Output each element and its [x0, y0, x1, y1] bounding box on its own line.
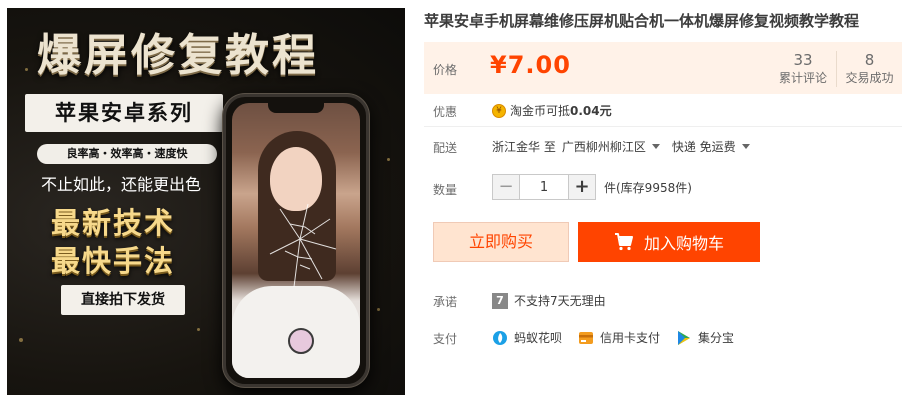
phone-illustration — [223, 94, 369, 387]
payment-method-huabei[interactable]: 蚂蚁花呗 — [492, 329, 562, 346]
quantity-row: 数量 − + 件(库存9958件) — [424, 174, 902, 202]
slogan-fastest-method: 最快手法 — [51, 244, 176, 278]
shipping-row: 配送 浙江金华 至 广西柳州柳江区 快递 免运费 — [424, 136, 902, 156]
quantity-content: − + 件(库存9958件) — [492, 174, 692, 200]
payment-method-name: 蚂蚁花呗 — [514, 331, 563, 345]
slogan-latest-tech: 最新技术 — [51, 206, 176, 240]
payment-method-name: 集分宝 — [698, 331, 735, 345]
taojinbi-coin-icon: ¥ — [492, 103, 506, 118]
jifenbao-icon — [678, 330, 691, 345]
payment-row: 支付 蚂蚁花呗 信用卡支付 集分宝 — [424, 327, 902, 347]
promise-row: 承诺 7 不支持7天无理由 — [424, 290, 902, 310]
stock-text: 件(库存9958件) — [604, 180, 692, 195]
product-title: 苹果安卓手机屏幕维修压屏机贴合机一体机爆屏修复视频教学教程 — [424, 12, 860, 30]
reviews-count: 33 — [793, 51, 813, 69]
quantity-label: 数量 — [433, 183, 458, 197]
quantity-input[interactable] — [519, 175, 569, 199]
add-to-cart-button[interactable]: 加入购物车 — [578, 222, 760, 262]
chevron-down-icon[interactable] — [741, 144, 750, 149]
price-label: 价格 — [433, 63, 458, 77]
quantity-decrease-button[interactable]: − — [493, 175, 519, 199]
screen-crack-icon — [269, 203, 337, 288]
reviews-label: 累计评论 — [778, 71, 827, 85]
promise-label: 承诺 — [433, 295, 458, 309]
series-badge: 苹果安卓系列 — [25, 94, 223, 132]
payment-method-jifenbao[interactable]: 集分宝 — [676, 329, 734, 346]
promo-title: 爆屏修复教程 — [37, 30, 319, 81]
phone-notch — [268, 103, 324, 113]
promise-content: 7 不支持7天无理由 — [492, 292, 606, 309]
promo-divider — [424, 126, 902, 127]
payment-methods: 蚂蚁花呗 信用卡支付 集分宝 — [492, 329, 750, 346]
payment-method-name: 信用卡支付 — [600, 331, 661, 345]
promise-text[interactable]: 不支持7天无理由 — [514, 292, 606, 309]
product-image[interactable]: 爆屏修复教程 苹果安卓系列 良率高・效率高・速度快 不止如此，还能更出色 最新技… — [7, 8, 405, 395]
promo-prefix: 淘金币可抵 — [510, 104, 571, 118]
promo-amount: 0.04元 — [570, 104, 612, 118]
quantity-stepper: − + — [492, 174, 596, 200]
features-badge: 良率高・效率高・速度快 — [37, 144, 217, 164]
quantity-increase-button[interactable]: + — [569, 175, 595, 199]
shopping-cart-icon — [614, 233, 633, 251]
shipping-label: 配送 — [433, 141, 458, 155]
add-to-cart-label: 加入购物车 — [643, 234, 724, 253]
price-value: ¥7.00 — [490, 51, 571, 79]
sales-count: 8 — [864, 51, 875, 69]
promo-row: 优惠 ¥ 淘金币可抵 0.04元 — [424, 100, 902, 120]
reviews-stat[interactable]: 33 累计评论 — [770, 51, 836, 87]
sales-label: 交易成功 — [845, 71, 894, 85]
payment-method-credit-card[interactable]: 信用卡支付 — [578, 329, 660, 346]
shipping-method-select[interactable]: 快递 免运费 — [672, 138, 736, 155]
payment-label: 支付 — [433, 332, 458, 346]
shipping-content: 浙江金华 至 广西柳州柳江区 快递 免运费 — [492, 138, 762, 155]
price-panel: 价格 ¥7.00 33 累计评论 8 交易成功 — [424, 42, 902, 94]
tagline: 不止如此，还能更出色 — [41, 175, 202, 194]
buy-direct-badge: 直接拍下发货 — [61, 285, 185, 315]
shipping-from: 浙江金华 至 — [492, 140, 556, 154]
huabei-icon — [493, 330, 507, 345]
unicorn-sticker-icon — [288, 328, 314, 354]
sales-stat: 8 交易成功 — [836, 51, 902, 87]
promo-label: 优惠 — [433, 105, 458, 119]
buy-now-button[interactable]: 立即购买 — [433, 222, 569, 262]
promo-content: ¥ 淘金币可抵 0.04元 — [492, 102, 612, 119]
no-7day-return-icon: 7 — [492, 292, 508, 309]
chevron-down-icon[interactable] — [651, 144, 660, 149]
shipping-destination-select[interactable]: 广西柳州柳江区 — [562, 138, 646, 155]
phone-screen — [232, 103, 360, 378]
credit-card-icon — [579, 331, 594, 344]
